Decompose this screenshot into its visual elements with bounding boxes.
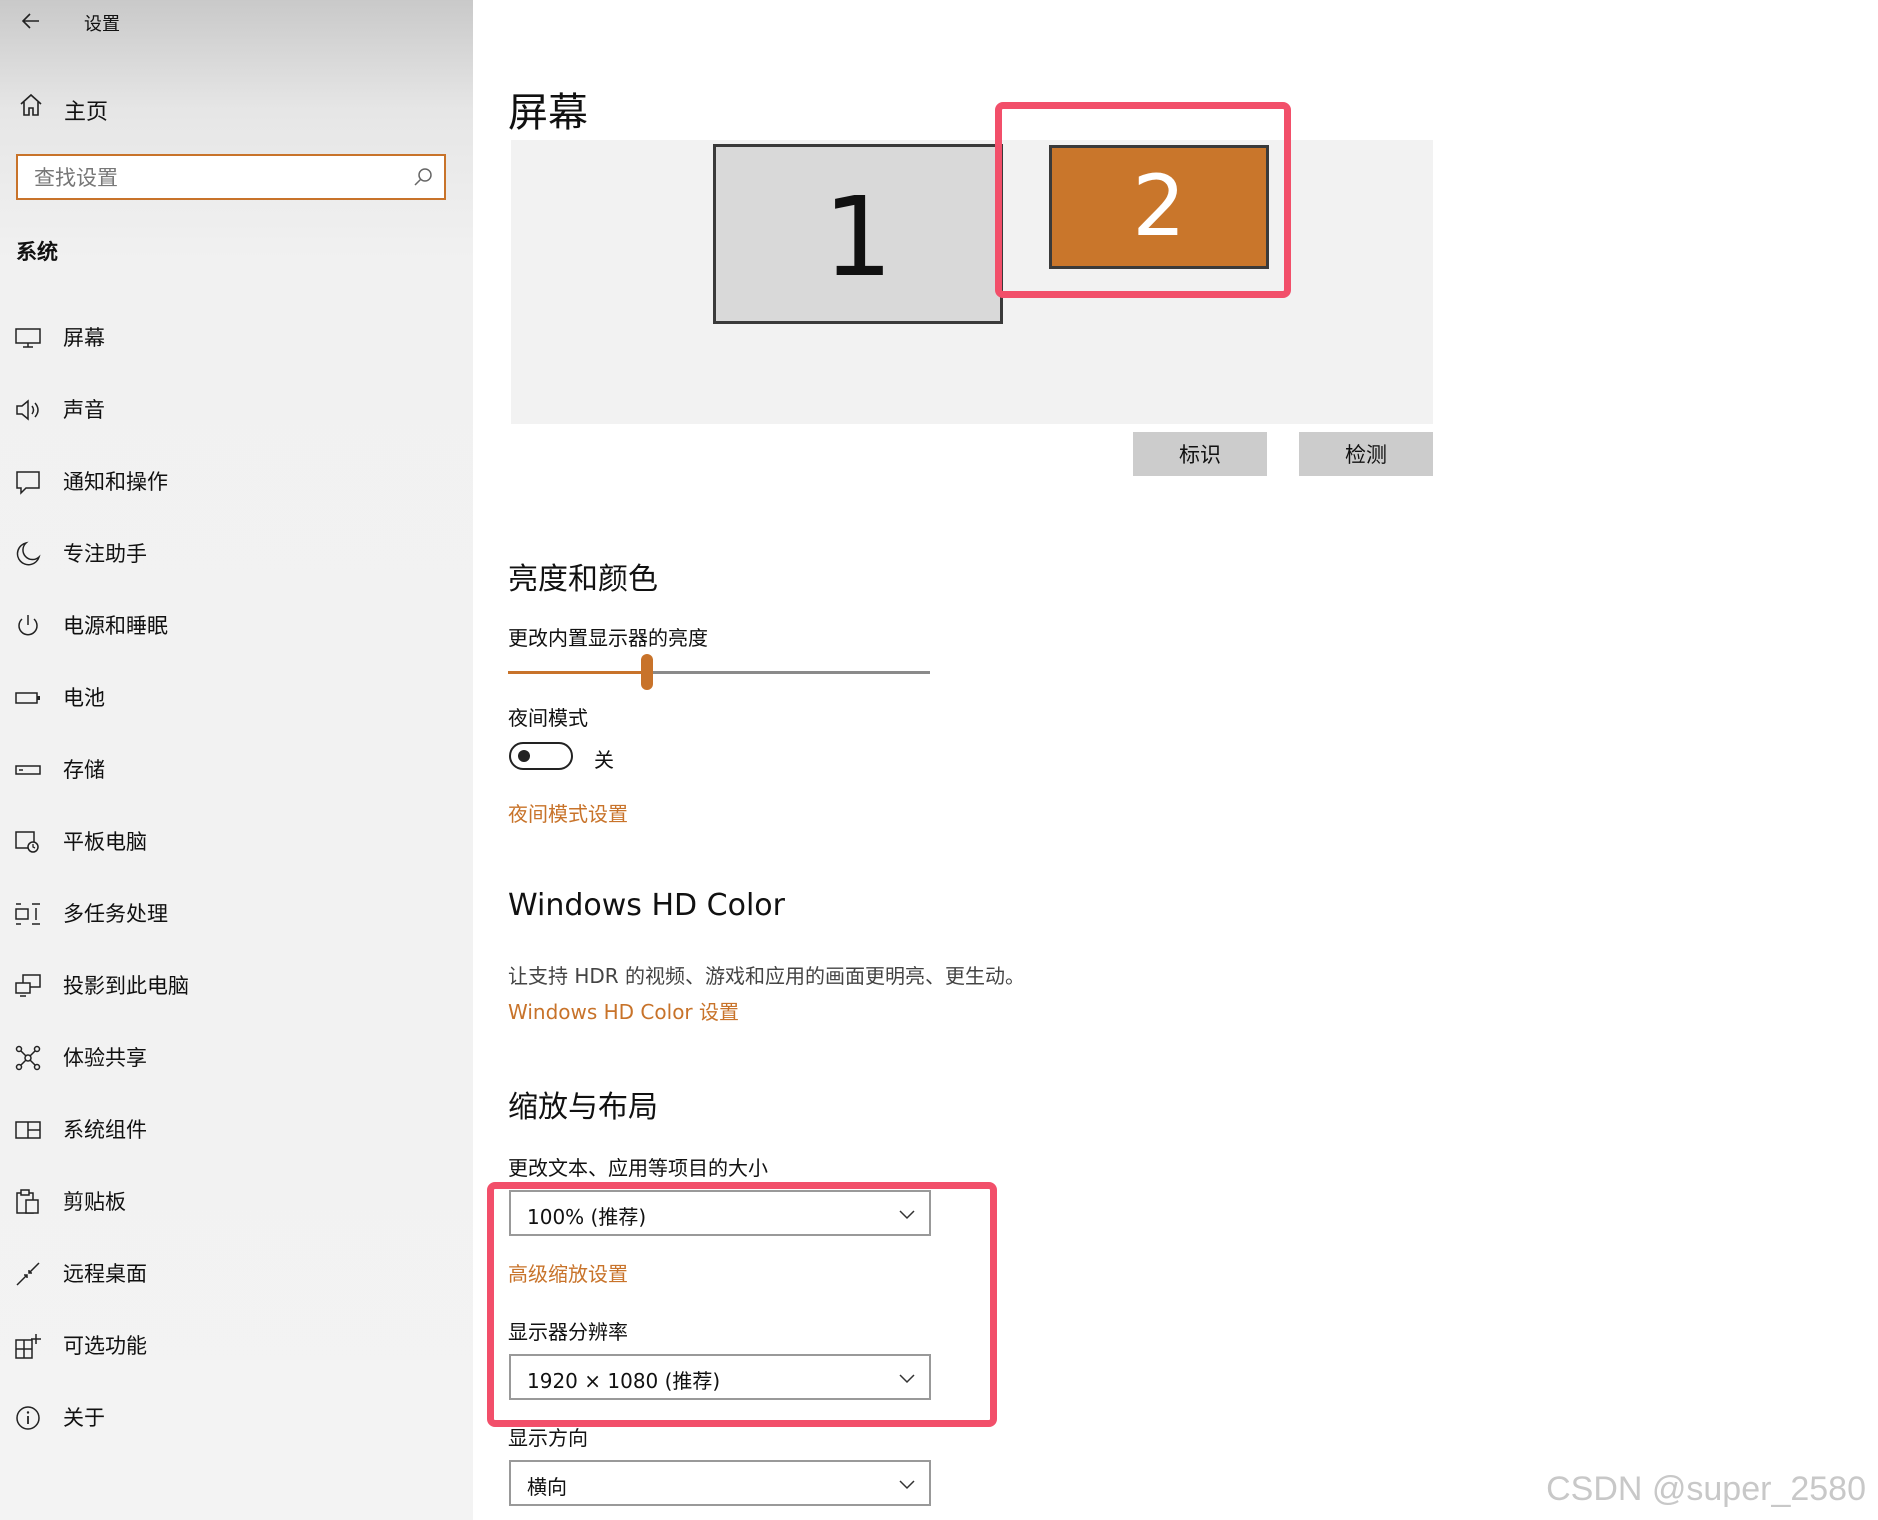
sidebar-item-label: 体验共享 <box>63 1046 147 1070</box>
sidebar-item-label: 剪贴板 <box>63 1190 126 1214</box>
back-button[interactable] <box>16 6 46 36</box>
info-icon <box>16 1406 40 1430</box>
brightness-slider[interactable] <box>508 654 930 690</box>
sidebar-item-label: 专注助手 <box>63 542 147 566</box>
back-arrow-icon <box>21 13 39 29</box>
slider-thumb[interactable] <box>641 654 653 690</box>
monitor-number: 1 <box>823 173 893 301</box>
search-icon[interactable] <box>412 166 434 188</box>
tablet-icon <box>15 831 39 853</box>
sidebar-item-label: 电池 <box>63 686 105 710</box>
sidebar-home[interactable]: 主页 <box>14 90 454 126</box>
slider-track <box>653 671 930 674</box>
main-content: 屏幕 1 2 标识 检测 亮度和颜色 更改内置显示器的亮度 夜间模式 关 夜间模… <box>473 0 1878 1520</box>
sidebar-item-label: 通知和操作 <box>63 470 168 494</box>
sidebar-item-tablet[interactable]: 平板电脑 <box>0 812 473 884</box>
moon-icon <box>16 541 41 566</box>
monitor-1[interactable]: 1 <box>713 144 1003 324</box>
night-light-toggle[interactable] <box>509 742 573 770</box>
search-input[interactable] <box>32 162 396 194</box>
display-arrangement: 1 2 <box>511 140 1433 424</box>
monitor-icon <box>15 328 41 348</box>
sidebar-item-label: 屏幕 <box>63 326 105 350</box>
sidebar-item-project-to-pc[interactable]: 投影到此电脑 <box>0 956 473 1028</box>
sidebar-item-shared-experiences[interactable]: 体验共享 <box>0 1028 473 1100</box>
search-box[interactable] <box>16 154 446 200</box>
notification-icon <box>16 471 40 495</box>
hdr-heading: Windows HD Color <box>508 888 785 923</box>
sidebar-section-header: 系统 <box>16 240 58 264</box>
annotation-highlight-scale-resolution <box>487 1182 997 1427</box>
toggle-knob <box>518 750 530 762</box>
sidebar-item-system-components[interactable]: 系统组件 <box>0 1100 473 1172</box>
sidebar-item-multitasking[interactable]: 多任务处理 <box>0 884 473 956</box>
night-light-label: 夜间模式 <box>508 706 588 730</box>
window-title: 设置 <box>84 14 120 35</box>
sidebar-item-optional-features[interactable]: 可选功能 <box>0 1316 473 1388</box>
sidebar-item-display[interactable]: 屏幕 <box>0 308 473 380</box>
sidebar-item-label: 平板电脑 <box>63 830 147 854</box>
sidebar-item-label: 系统组件 <box>63 1118 147 1142</box>
chevron-down-icon <box>899 1480 915 1490</box>
sidebar-item-label: 存储 <box>63 758 105 782</box>
sidebar-nav: 屏幕 声音 通知和操作 专注助手 电源和睡眠 电池 存储 平板电脑 多任务处理 … <box>0 308 473 1460</box>
sidebar: 设置 主页 系统 屏幕 声音 通知和操作 专注助手 <box>0 0 473 1520</box>
storage-icon <box>15 765 41 775</box>
sidebar-item-label: 电源和睡眠 <box>63 614 168 638</box>
clipboard-icon <box>16 1189 39 1214</box>
sidebar-item-focus-assist[interactable]: 专注助手 <box>0 524 473 596</box>
remote-desktop-icon <box>16 1262 40 1286</box>
sidebar-item-label: 声音 <box>63 398 105 422</box>
sidebar-item-battery[interactable]: 电池 <box>0 668 473 740</box>
brightness-label: 更改内置显示器的亮度 <box>508 626 708 650</box>
scale-heading: 缩放与布局 <box>508 1090 658 1125</box>
sidebar-item-about[interactable]: 关于 <box>0 1388 473 1460</box>
sidebar-item-power-sleep[interactable]: 电源和睡眠 <box>0 596 473 668</box>
battery-icon <box>15 692 40 704</box>
identify-button[interactable]: 标识 <box>1133 432 1267 476</box>
sidebar-item-storage[interactable]: 存储 <box>0 740 473 812</box>
sidebar-item-label: 投影到此电脑 <box>63 974 189 998</box>
sidebar-item-sound[interactable]: 声音 <box>0 380 473 452</box>
orientation-dropdown[interactable]: 横向 <box>509 1460 931 1506</box>
project-icon <box>15 974 41 997</box>
orientation-label: 显示方向 <box>508 1426 588 1450</box>
share-icon <box>15 1045 41 1071</box>
title-bar: 设置 <box>0 0 473 44</box>
home-icon <box>20 93 42 116</box>
sidebar-item-clipboard[interactable]: 剪贴板 <box>0 1172 473 1244</box>
hdr-settings-link[interactable]: Windows HD Color 设置 <box>508 996 739 1025</box>
sidebar-item-notifications[interactable]: 通知和操作 <box>0 452 473 524</box>
watermark: CSDN @super_2580 <box>1546 1470 1866 1508</box>
multitask-icon <box>15 903 40 925</box>
page-title: 屏幕 <box>508 90 588 136</box>
annotation-highlight-monitor <box>995 102 1291 298</box>
sidebar-item-label: 远程桌面 <box>63 1262 147 1286</box>
speaker-icon <box>16 399 39 421</box>
sidebar-item-label: 关于 <box>63 1406 105 1430</box>
sidebar-item-label: 可选功能 <box>63 1334 147 1358</box>
dropdown-value: 横向 <box>527 1475 567 1499</box>
brightness-heading: 亮度和颜色 <box>508 562 658 597</box>
night-light-state: 关 <box>594 748 614 772</box>
hdr-description: 让支持 HDR 的视频、游戏和应用的画面更明亮、更生动。 <box>508 964 1026 988</box>
slider-track-fill <box>508 671 647 674</box>
components-icon <box>15 1121 41 1139</box>
night-light-settings-link[interactable]: 夜间模式设置 <box>508 798 628 827</box>
scale-size-label: 更改文本、应用等项目的大小 <box>508 1156 768 1180</box>
detect-button[interactable]: 检测 <box>1299 432 1433 476</box>
sidebar-home-label: 主页 <box>64 100 109 125</box>
sidebar-item-remote-desktop[interactable]: 远程桌面 <box>0 1244 473 1316</box>
power-icon <box>18 615 38 636</box>
optional-features-icon <box>15 1334 41 1359</box>
sidebar-item-label: 多任务处理 <box>63 902 168 926</box>
